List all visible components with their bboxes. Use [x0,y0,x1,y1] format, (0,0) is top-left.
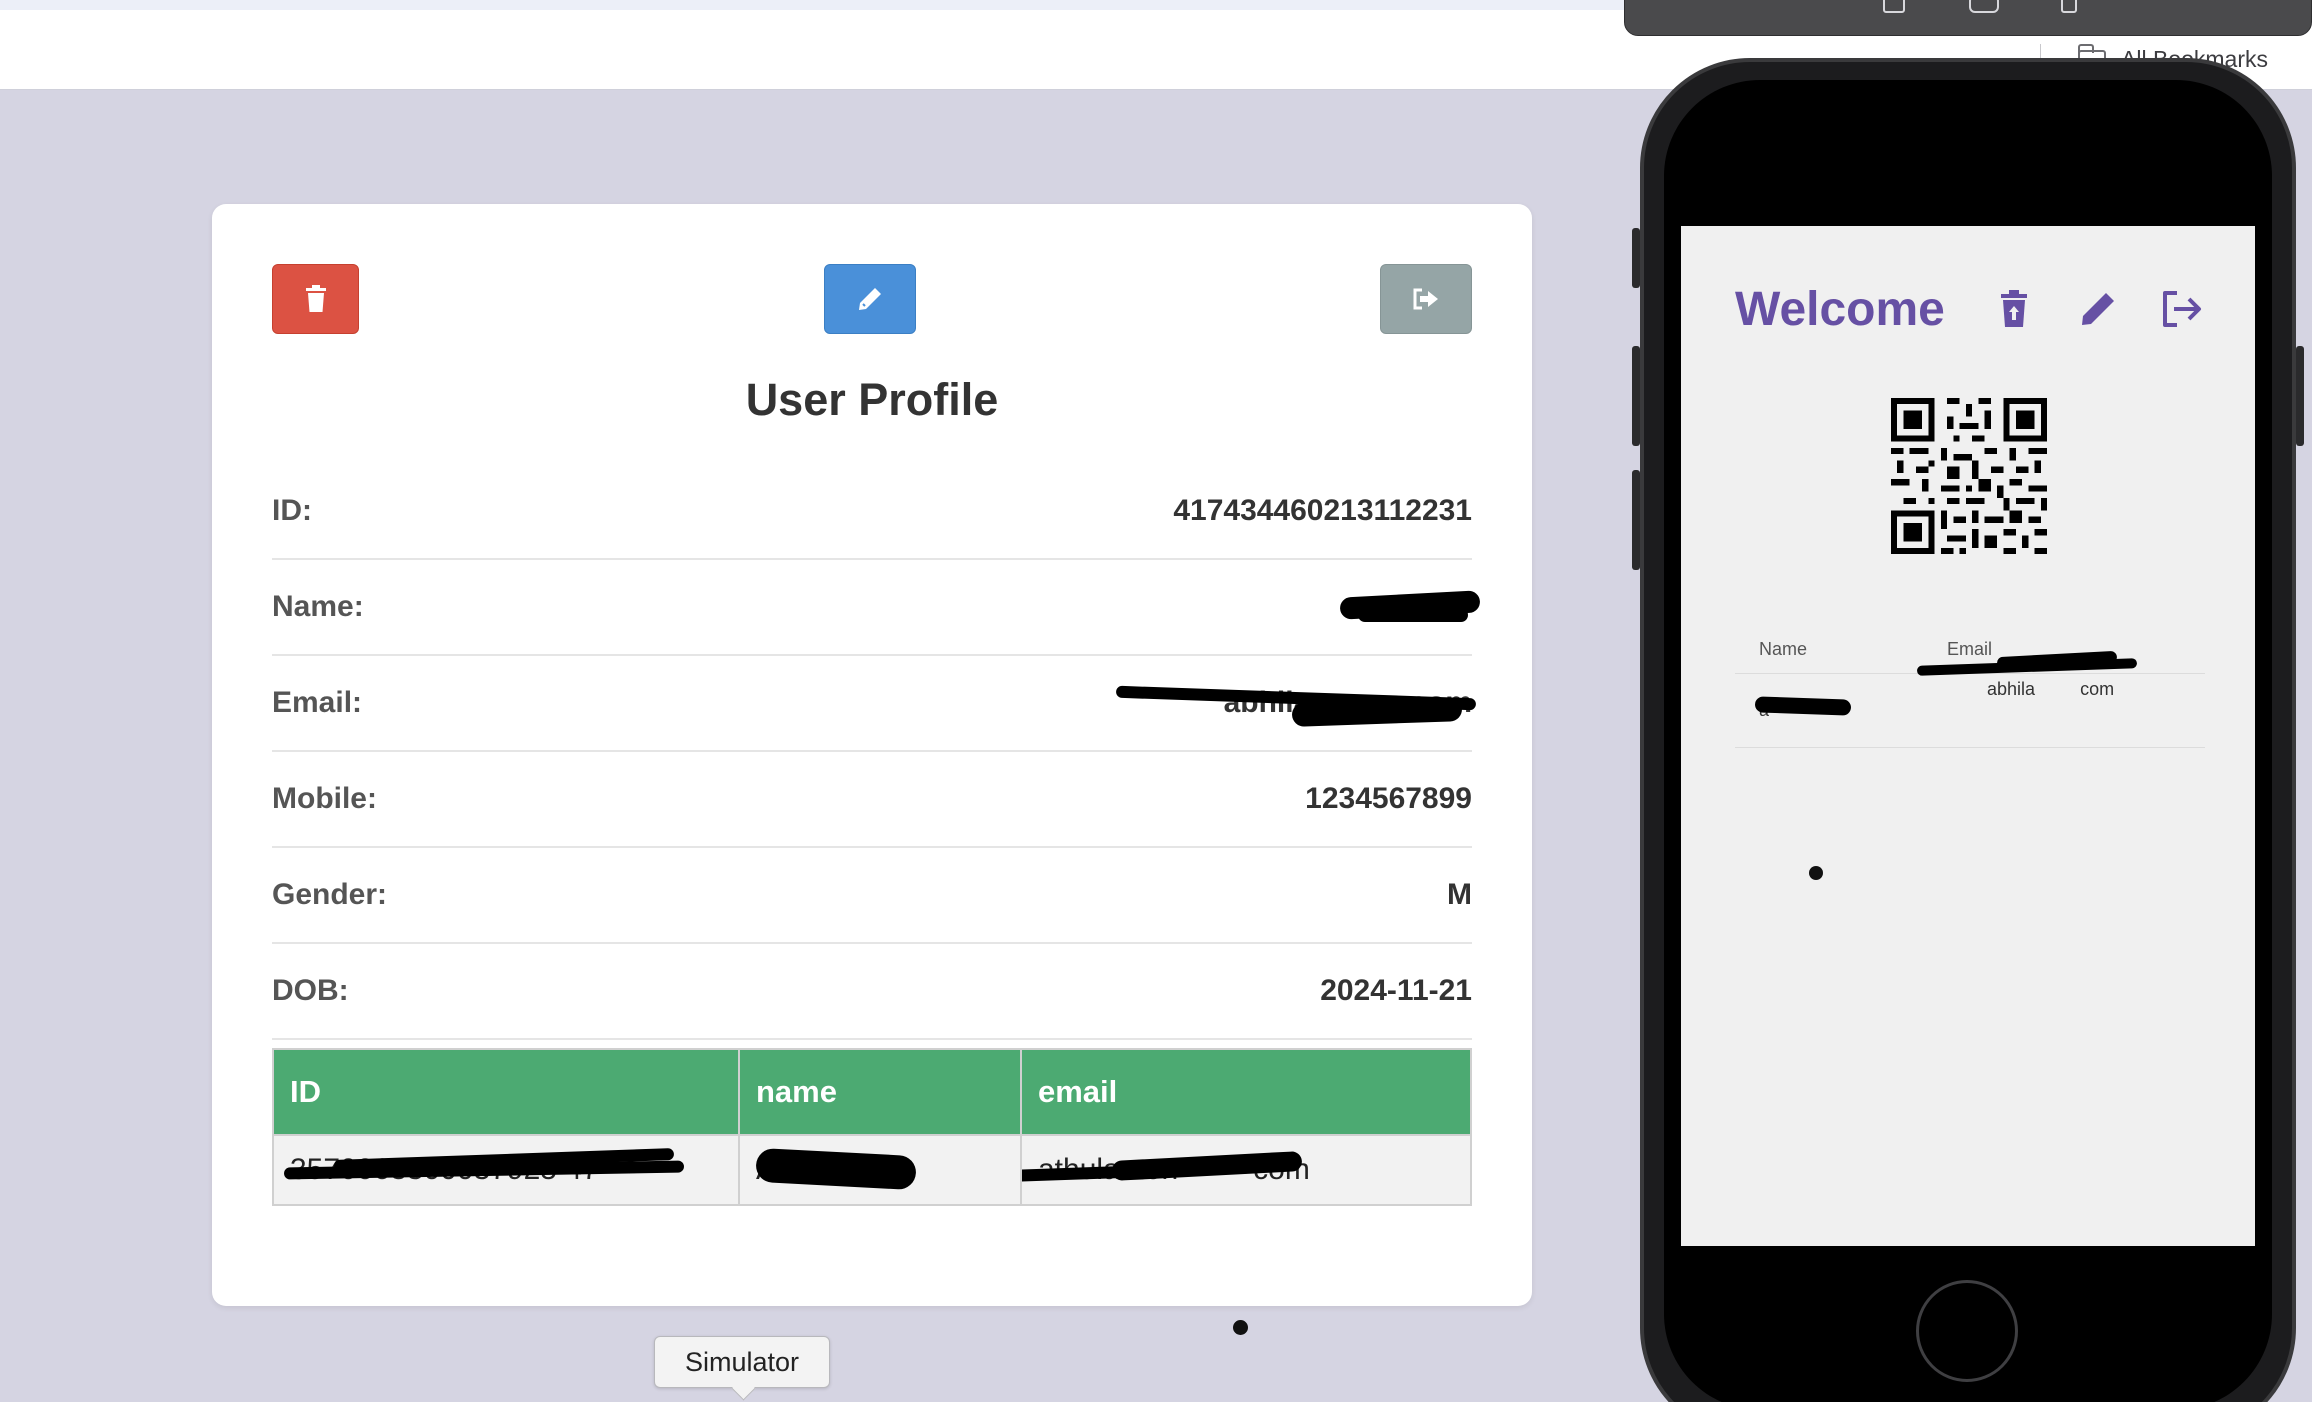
field-label: ID: [272,494,312,527]
table-cell: abhila com [1916,650,2205,763]
table-cell: 3570068300037925 47 [272,1134,740,1206]
table-row: 3570068300037925 47 A athulanton com [272,1134,1472,1206]
home-icon[interactable] [1883,0,1905,13]
volume-up-button[interactable] [1632,346,1640,446]
column-header: Name [1759,639,1808,659]
power-button[interactable] [2296,346,2304,446]
table-cell: athulanton com [1020,1134,1472,1206]
app-title: Welcome [1735,283,1945,336]
rotate-icon[interactable] [2061,0,2077,13]
delete-button[interactable] [272,264,359,334]
profile-row-dob: DOB: 2024-11-21 [272,944,1472,1040]
field-label: DOB: [272,974,349,1007]
logout-button[interactable] [1380,264,1472,334]
trash-icon [305,285,326,312]
column-header: name [738,1048,1022,1136]
profile-row-id: ID: 417434460213112231 [272,464,1472,560]
profile-row-name: Name: a [272,560,1481,656]
volume-down-button[interactable] [1632,470,1640,570]
field-value: 1234567899 [1305,782,1472,815]
logout-button[interactable] [2157,284,2207,334]
cursor-dot [1233,1320,1248,1335]
table-cell: a [1735,696,1947,721]
tooltip: Simulator [654,1336,830,1388]
field-label: Email: [272,686,363,719]
profile-fields: ID: 417434460213112231 Name: a Email: ab… [272,464,1481,1040]
field-label: Mobile: [272,782,377,815]
user-profile-card: User Profile ID: 417434460213112231 Name… [212,204,1532,1306]
cell-text: abhila com [1987,679,2115,699]
screenshot-icon[interactable] [1969,0,1999,13]
field-label: Name: [272,590,364,623]
redaction-mark [1358,608,1468,622]
simulator-toolbar [1624,0,2312,36]
qr-code [1891,398,2047,554]
mute-switch[interactable] [1632,228,1640,288]
edit-button[interactable] [2073,284,2123,334]
field-value: M [1447,878,1472,911]
app-users-table: Name Email a abhila com [1735,626,2205,748]
redaction-mark [1754,696,1852,716]
sign-out-icon [1413,288,1438,310]
profile-row-gender: Gender: M [272,848,1472,944]
redaction-mark [755,1147,917,1191]
table-header-row: ID name email [272,1048,1472,1136]
profile-row-email: Email: abhila com [272,656,1477,752]
trash-icon [2001,290,2027,327]
users-table: ID name email 3570068300037925 47 A athu… [272,1048,1472,1206]
page-title: User Profile [745,374,999,425]
table-row: a abhila com [1735,650,2205,748]
edit-button[interactable] [824,264,916,334]
column-header: email [1020,1048,1472,1136]
phone-screen: Welcome Name Email abhila com [1681,226,2255,1246]
cursor-dot [1809,866,1823,880]
delete-button[interactable] [1989,284,2039,334]
redaction-mark [1291,697,1463,727]
pencil-icon [859,288,881,310]
field-label: Gender: [272,878,388,911]
profile-row-mobile: Mobile: 1234567899 [272,752,1472,848]
pencil-icon [2082,293,2114,325]
field-value: 417434460213112231 [1173,494,1472,527]
field-value: 2024-11-21 [1320,974,1472,1007]
home-button[interactable] [1916,1280,2018,1382]
sign-out-icon [2163,291,2201,327]
column-header: ID [272,1048,740,1136]
table-cell: A [738,1134,1022,1206]
